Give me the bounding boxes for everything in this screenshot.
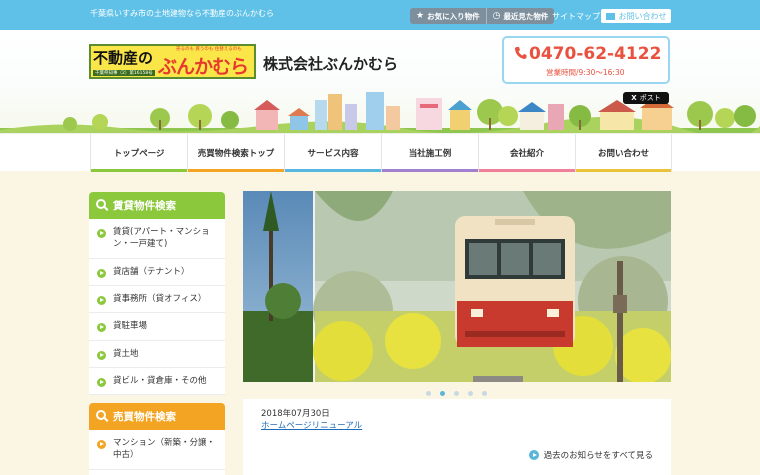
arrow-circle-icon [97, 268, 106, 278]
slider-dot-5[interactable] [482, 391, 487, 396]
arrow-circle-icon [97, 350, 106, 360]
nav-bar-works [382, 169, 478, 172]
nav-contact[interactable]: お問い合わせ [575, 134, 672, 172]
rental-item-label: 貸店舗（テナント） [113, 266, 190, 277]
arrow-circle-icon [528, 450, 539, 460]
header-banner: 不動産の 売るのも 買うのも 住替えるのも ぶんかむら 千葉県知事（2）第161… [0, 30, 760, 133]
phone-icon [515, 47, 527, 59]
rental-item-label: 貸駐車場 [113, 321, 148, 332]
search-icon [96, 410, 106, 420]
tagline: 千葉県いすみ市の土地建物なら不動産のぶんかむら [90, 9, 274, 18]
slider-dot-2[interactable] [440, 391, 445, 396]
nav-label: サービス内容 [307, 149, 359, 159]
arrow-circle-icon [97, 440, 106, 449]
news-title-link[interactable]: ホームページリニューアル [261, 419, 362, 431]
rental-item-label: 賃貸(アパート・マンション・一戸建て) [113, 227, 210, 250]
main-nav: トップページ 売買物件検索トップ サービス内容 当社施工例 会社紹介 お問い合わ… [0, 133, 760, 172]
recent-link[interactable]: ◷ 最近見た物件 [485, 8, 555, 24]
sitemap-link[interactable]: サイトマップ [552, 11, 600, 22]
nav-label: 当社施工例 [408, 149, 452, 159]
nav-bar-sale [188, 169, 284, 172]
slider-dots [426, 391, 496, 396]
nav-sale-search[interactable]: 売買物件検索トップ [187, 134, 284, 172]
slider-dot-3[interactable] [454, 391, 459, 396]
favorites-link[interactable]: ★ お気に入り物件 [410, 8, 486, 24]
clock-icon: ◷ [492, 11, 501, 21]
rental-item-office[interactable]: 貸事務所（貸オフィス） [89, 286, 225, 314]
nav-bar-contact [576, 169, 671, 172]
sale-item-mansion[interactable]: マンション（新築・分譲・中古） [89, 430, 225, 470]
news-more-link[interactable]: 過去のお知らせをすべて見る [528, 449, 653, 461]
tweet-button[interactable]: X ポスト [623, 92, 669, 104]
tweet-label: ポスト [639, 94, 661, 102]
mail-icon [605, 12, 615, 20]
slider-dot-4[interactable] [468, 391, 473, 396]
hero-slider[interactable] [243, 191, 671, 382]
phone-box[interactable]: 0470-62-4122 営業時間/9:30〜16:30 [502, 36, 670, 84]
rental-item-store[interactable]: 貸店舗（テナント） [89, 259, 225, 286]
nav-label: トップページ [113, 149, 165, 159]
top-pill-group: ★ お気に入り物件 ◷ 最近見た物件 [410, 8, 555, 24]
business-hours: 営業時間/9:30〜16:30 [546, 68, 625, 77]
favorites-label: お気に入り物件 [427, 11, 480, 21]
site-logo[interactable]: 不動産の 売るのも 買うのも 住替えるのも ぶんかむら 千葉県知事（2）第161… [89, 44, 256, 79]
nav-works[interactable]: 当社施工例 [381, 134, 478, 172]
sale-item-label: マンション（新築・分譲・中古） [113, 438, 216, 461]
logo-license: 千葉県知事（2）第16158号 [93, 70, 155, 76]
nav-bar-service [285, 169, 381, 172]
rental-list: 賃貸(アパート・マンション・一戸建て) 貸店舗（テナント） 貸事務所（貸オフィス… [89, 219, 225, 396]
rental-item-label: 貸ビル・貸倉庫・その他 [113, 375, 207, 386]
news-section: 2018年07月30日 ホームページリニューアル 過去のお知らせをすべて見る [243, 399, 671, 475]
phone-number-text: 0470-62-4122 [529, 44, 662, 64]
star-icon: ★ [416, 11, 425, 21]
recent-label: 最近見た物件 [503, 11, 549, 21]
rental-item-label: 貸事務所（貸オフィス） [113, 293, 207, 304]
nav-service[interactable]: サービス内容 [284, 134, 381, 172]
top-bar: 千葉県いすみ市の土地建物なら不動産のぶんかむら ★ お気に入り物件 ◷ 最近見た… [0, 0, 760, 30]
rental-item-residential[interactable]: 賃貸(アパート・マンション・一戸建て) [89, 219, 225, 259]
sale-heading-text: 売買物件検索 [113, 411, 176, 423]
rental-heading-text: 賃貸物件検索 [113, 200, 176, 212]
news-more-label: 過去のお知らせをすべて見る [543, 451, 653, 461]
x-logo-icon: X [631, 94, 637, 102]
rental-search-heading[interactable]: 賃貸物件検索 [89, 192, 225, 219]
contact-top-label: お問い合わせ [618, 11, 667, 21]
nav-label: 会社紹介 [509, 149, 544, 159]
hero-image-train [243, 191, 671, 382]
company-name: 株式会社ぶんかむら [263, 55, 399, 73]
phone-number: 0470-62-4122 [514, 44, 661, 64]
arrow-circle-icon [97, 323, 106, 333]
arrow-circle-icon [97, 229, 106, 238]
logo-main-text: 不動産の [93, 49, 154, 67]
sale-list: マンション（新築・分譲・中古） [89, 430, 225, 475]
nav-top[interactable]: トップページ [90, 134, 187, 172]
arrow-circle-icon [97, 295, 106, 305]
news-date: 2018年07月30日 [261, 409, 330, 419]
sale-search-heading[interactable]: 売買物件検索 [89, 403, 225, 430]
nav-company[interactable]: 会社紹介 [478, 134, 575, 172]
slider-dot-1[interactable] [426, 391, 431, 396]
nav-label: お問い合わせ [597, 149, 649, 159]
arrow-circle-icon [97, 377, 106, 387]
nav-bar-top [91, 169, 187, 172]
rental-item-other[interactable]: 貸ビル・貸倉庫・その他 [89, 368, 225, 396]
rental-item-label: 貸土地 [113, 348, 139, 359]
logo-kana-text: ぶんかむら [158, 56, 249, 78]
rental-item-land[interactable]: 貸土地 [89, 341, 225, 368]
contact-top-button[interactable]: お問い合わせ [601, 9, 671, 23]
nav-label: 売買物件検索トップ [197, 149, 275, 159]
rental-item-parking[interactable]: 貸駐車場 [89, 313, 225, 341]
nav-bar-company [479, 169, 575, 172]
search-icon [96, 199, 106, 209]
